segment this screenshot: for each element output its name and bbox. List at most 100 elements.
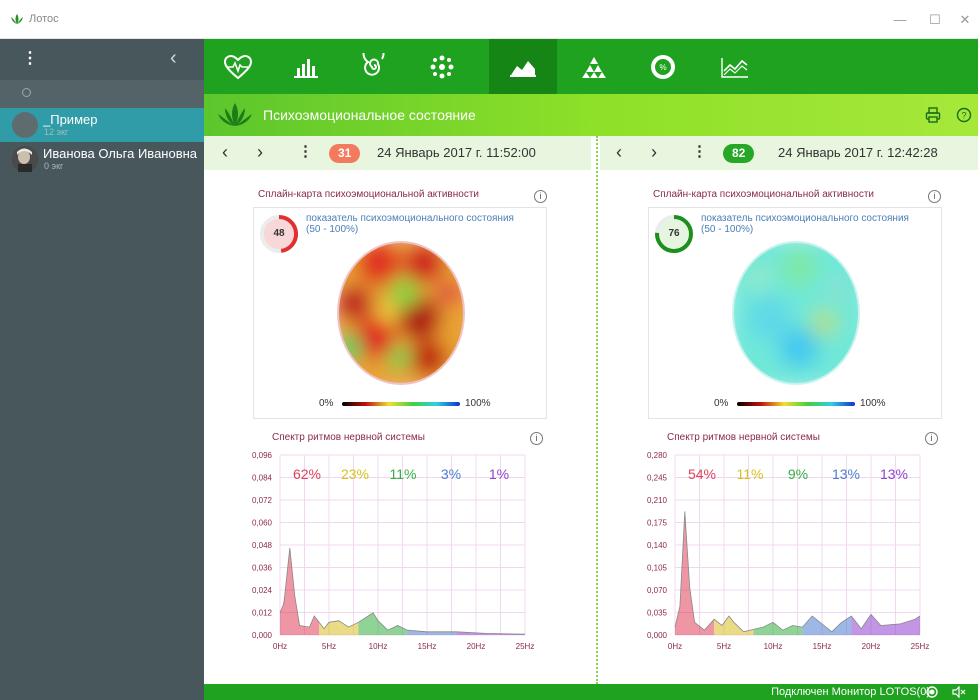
y-tick-label: 0,140 [647,541,668,550]
collapse-chevron-icon[interactable]: ‹ [170,47,177,70]
x-tick-label: 5Hz [717,642,731,651]
prev-record-chevron-icon[interactable]: ‹ [616,142,622,163]
comparison-area: ‹ › ⋮ 31 24 Январь 2017 г. 11:52:00 Спла… [204,136,978,684]
record-nav: ‹ › ⋮ 82 24 Январь 2017 г. 12:42:28 [600,136,978,170]
connection-status: Подключен Монитор LOTOS(0) [771,686,930,698]
sidebar: ⋮ ‹ _Пример 12 экг Иванова Ольга Ивановн… [0,39,204,700]
title-bar: Лотос — ☐ ✕ [0,0,978,39]
band-percent: 11% [390,466,417,482]
patient-name: _Пример [43,112,98,127]
print-icon[interactable] [925,107,941,123]
record-menu-dots-icon[interactable]: ⋮ [298,142,313,160]
info-icon[interactable]: i [928,190,941,203]
y-tick-label: 0,105 [647,564,668,573]
maximize-button[interactable]: ☐ [925,10,945,30]
avatar-photo-icon [12,146,38,172]
y-tick-label: 0,245 [647,474,668,483]
menu-dots-icon[interactable]: ⋮ [22,49,38,69]
status-bar: Подключен Монитор LOTOS(0) [204,684,978,700]
section-header: Психоэмоциональное состояние ? [204,94,978,136]
x-tick-label: 20Hz [862,642,881,651]
next-record-chevron-icon[interactable]: › [257,142,263,163]
scale-max-label: 100% [465,398,491,409]
dots-cluster-button[interactable] [408,39,476,94]
info-icon[interactable]: i [530,432,543,445]
x-tick-label: 15Hz [813,642,832,651]
x-tick-label: 0Hz [668,642,682,651]
app-title: Лотос [29,13,59,25]
band-percent: 3% [441,466,461,482]
spectrum-band [714,616,754,635]
record-nav: ‹ › ⋮ 31 24 Январь 2017 г. 11:52:00 [204,136,591,170]
patient-item[interactable]: Иванова Ольга Ивановна 0 экг [0,142,204,176]
area-chart-icon [510,60,536,77]
patient-search[interactable] [0,80,204,108]
percent-circle-icon: % [651,54,675,79]
patient-ecg-count: 0 экг [44,161,64,171]
patient-name: Иванова Ольга Ивановна [43,146,198,161]
avatar [12,146,38,172]
y-tick-label: 0,036 [252,564,273,573]
lotus-icon [218,103,252,126]
band-percent: 9% [788,466,808,482]
scale-min-label: 0% [319,398,334,409]
scale-max-label: 100% [860,398,886,409]
line-chart-button[interactable] [701,39,769,94]
x-tick-label: 20Hz [467,642,486,651]
spectrum-band [753,622,803,635]
main-toolbar: % [204,39,978,94]
spiral-button[interactable] [340,39,408,94]
band-percent: 13% [832,466,860,482]
sidebar-header: ⋮ ‹ [0,39,204,80]
y-tick-label: 0,070 [647,586,668,595]
triangles-button[interactable] [560,39,628,94]
minimize-button[interactable]: — [890,10,910,30]
spline-map-title: Сплайн-карта психоэмоциональной активнос… [653,189,874,200]
y-tick-label: 0,280 [647,451,668,460]
triangles-icon [582,56,606,78]
y-tick-label: 0,096 [252,451,273,460]
y-tick-label: 0,012 [252,609,273,618]
sound-muted-icon[interactable] [952,686,966,698]
x-tick-label: 0Hz [273,642,287,651]
bar-chart-button[interactable] [272,39,340,94]
patient-ecg-count: 12 экг [44,127,69,137]
record-number-badge: 31 [329,144,361,163]
prev-record-chevron-icon[interactable]: ‹ [222,142,228,163]
record-icon[interactable] [926,686,938,698]
y-tick-label: 0,175 [647,519,668,528]
band-percent: 11% [737,466,764,482]
spectrum-title: Спектр ритмов нервной системы [667,432,820,443]
spline-map-title: Сплайн-карта психоэмоциональной активнос… [258,189,479,200]
patient-item[interactable]: _Пример 12 экг [0,108,204,142]
y-tick-label: 0,035 [647,609,668,618]
area-chart-button[interactable] [489,39,557,94]
line-chart-icon [721,57,748,78]
indicator-range: (50 - 100%) [306,224,359,235]
close-button[interactable]: ✕ [955,10,975,30]
spectrum-band [358,612,408,635]
x-tick-label: 10Hz [369,642,388,651]
y-tick-label: 0,000 [647,631,668,640]
page-title: Психоэмоциональное состояние [263,107,476,123]
indicator-label: показатель психоэмоционального состояния [306,213,514,224]
y-tick-label: 0,000 [252,631,273,640]
record-datetime: 24 Январь 2017 г. 11:52:00 [377,145,536,160]
panel-divider [596,136,598,684]
spiral-icon [362,52,385,76]
next-record-chevron-icon[interactable]: › [651,142,657,163]
spectrum-band [675,511,715,635]
x-tick-label: 25Hz [516,642,535,651]
x-tick-label: 10Hz [764,642,783,651]
info-icon[interactable]: i [534,190,547,203]
x-tick-label: 5Hz [322,642,336,651]
y-tick-label: 0,024 [252,586,273,595]
percent-button[interactable]: % [629,39,697,94]
bar-chart-icon [294,58,318,78]
indicator-value: 76 [668,228,680,239]
record-menu-dots-icon[interactable]: ⋮ [692,142,707,160]
heart-pulse-button[interactable] [204,39,272,94]
help-icon[interactable]: ? [956,107,972,123]
info-icon[interactable]: i [925,432,938,445]
band-percent: 54% [688,466,716,482]
